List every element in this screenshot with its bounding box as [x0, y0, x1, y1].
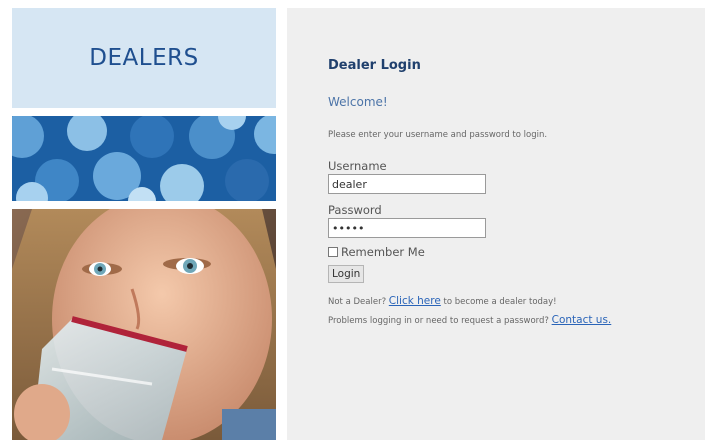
remember-me-label: Remember Me — [341, 245, 425, 259]
password-field[interactable] — [328, 218, 486, 238]
login-heading: Dealer Login — [328, 58, 421, 73]
dealers-banner: DEALERS — [12, 8, 276, 108]
login-instructions: Please enter your username and password … — [328, 130, 548, 140]
blue-pattern-graphic — [12, 116, 276, 201]
username-field[interactable] — [328, 174, 486, 194]
remember-me-checkbox[interactable] — [328, 247, 338, 257]
welcome-text: Welcome! — [328, 95, 388, 109]
password-label: Password — [328, 203, 382, 217]
remember-me-row[interactable]: Remember Me — [328, 245, 705, 259]
photo-graphic — [12, 209, 276, 440]
contact-us-link[interactable]: Contact us. — [552, 314, 612, 326]
girl-drinking-water-photo — [12, 209, 276, 440]
login-panel: Dealer Login Welcome! Please enter your … — [287, 8, 705, 440]
blue-pattern-banner — [12, 116, 276, 201]
username-label: Username — [328, 159, 387, 173]
not-dealer-text: Not a Dealer? — [328, 297, 387, 307]
become-dealer-text: to become a dealer today! — [440, 297, 557, 307]
dealers-title: DEALERS — [89, 45, 199, 71]
problems-text: Problems logging in or need to request a… — [328, 316, 549, 326]
left-column: DEALERS — [12, 8, 276, 440]
click-here-link[interactable]: Click here — [389, 295, 441, 307]
become-dealer-line: Not a Dealer? Click here to become a dea… — [328, 295, 705, 307]
login-button[interactable]: Login — [328, 265, 365, 283]
problems-line: Problems logging in or need to request a… — [328, 314, 705, 326]
